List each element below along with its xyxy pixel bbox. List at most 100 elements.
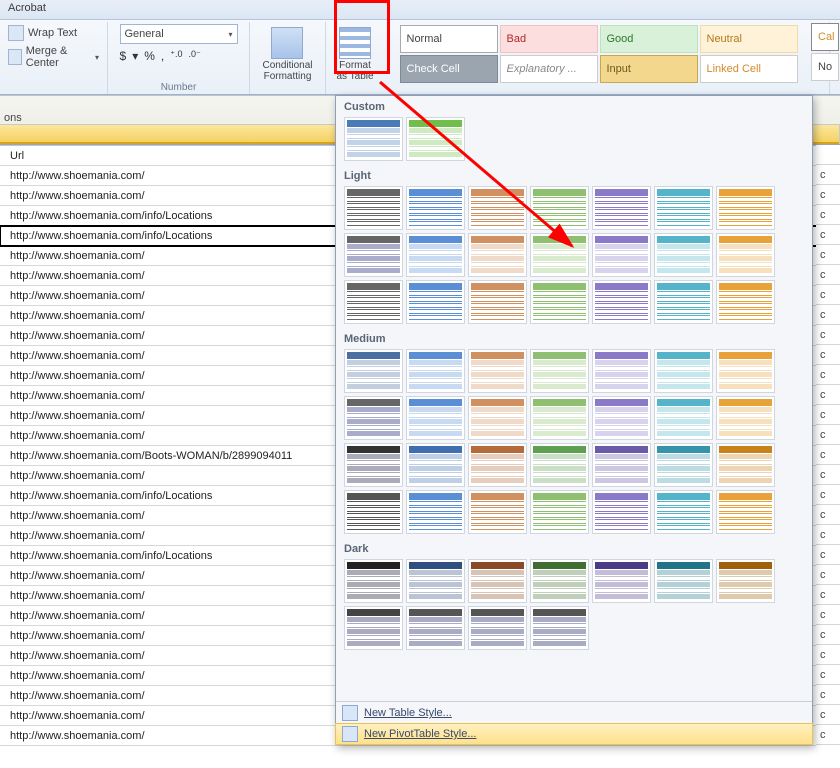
table-style-thumb[interactable] xyxy=(530,443,589,487)
new-table-style-button[interactable]: New Table Style... xyxy=(336,702,812,724)
peek-cell: c xyxy=(816,725,840,745)
table-style-thumb[interactable] xyxy=(530,606,589,650)
table-style-thumb[interactable] xyxy=(468,186,527,230)
style-note[interactable]: No xyxy=(811,53,839,81)
table-style-thumb[interactable] xyxy=(468,233,527,277)
table-style-thumb[interactable] xyxy=(530,186,589,230)
wrap-text-button[interactable]: Wrap Text xyxy=(6,24,101,42)
comma-button[interactable]: , xyxy=(161,49,164,63)
dropdown-icon: ▾ xyxy=(95,53,99,62)
table-style-thumb[interactable] xyxy=(468,559,527,603)
table-style-thumb[interactable] xyxy=(654,559,713,603)
table-style-thumb[interactable] xyxy=(654,233,713,277)
currency-button[interactable]: $ xyxy=(120,49,127,63)
peek-cell: c xyxy=(816,165,840,185)
table-style-thumb[interactable] xyxy=(344,443,403,487)
gallery-section-title: Dark xyxy=(340,540,810,557)
table-style-thumb[interactable] xyxy=(716,396,775,440)
table-style-thumb[interactable] xyxy=(344,490,403,534)
increase-decimal-button[interactable]: ⁺.0 xyxy=(170,49,182,63)
table-style-thumb[interactable] xyxy=(344,280,403,324)
table-style-thumb[interactable] xyxy=(344,233,403,277)
table-style-thumb[interactable] xyxy=(406,396,465,440)
table-style-thumb[interactable] xyxy=(468,396,527,440)
table-style-thumb[interactable] xyxy=(406,117,465,161)
table-style-thumb[interactable] xyxy=(344,186,403,230)
peek-cell: c xyxy=(816,565,840,585)
format-as-table-button[interactable]: Format as Table xyxy=(331,24,378,85)
style-good[interactable]: Good xyxy=(600,25,698,53)
table-style-thumb[interactable] xyxy=(654,443,713,487)
peek-cell: c xyxy=(816,185,840,205)
style-normal[interactable]: Normal xyxy=(400,25,498,53)
table-style-thumb[interactable] xyxy=(530,349,589,393)
gallery-scroll[interactable]: CustomLightMediumDark xyxy=(336,96,812,701)
style-linked-cell[interactable]: Linked Cell xyxy=(700,55,798,83)
table-style-thumb[interactable] xyxy=(406,349,465,393)
decrease-decimal-button[interactable]: .0⁻ xyxy=(189,49,201,63)
table-style-thumb[interactable] xyxy=(344,349,403,393)
table-style-thumb[interactable] xyxy=(654,349,713,393)
table-style-thumb[interactable] xyxy=(654,490,713,534)
table-style-thumb[interactable] xyxy=(592,443,651,487)
table-style-thumb[interactable] xyxy=(406,233,465,277)
table-style-thumb[interactable] xyxy=(592,280,651,324)
table-style-thumb[interactable] xyxy=(344,606,403,650)
number-format-combo[interactable]: General▾ xyxy=(120,24,238,44)
table-style-thumb[interactable] xyxy=(530,280,589,324)
table-style-thumb[interactable] xyxy=(344,559,403,603)
merge-center-button[interactable]: Merge & Center▾ xyxy=(6,44,101,70)
table-style-thumb[interactable] xyxy=(592,233,651,277)
table-style-thumb[interactable] xyxy=(468,606,527,650)
table-style-thumb[interactable] xyxy=(468,443,527,487)
style-neutral[interactable]: Neutral xyxy=(700,25,798,53)
new-pivottable-style-button[interactable]: New PivotTable Style... xyxy=(335,723,813,745)
table-style-thumb[interactable] xyxy=(530,233,589,277)
table-style-thumb[interactable] xyxy=(716,280,775,324)
style-bad[interactable]: Bad xyxy=(500,25,598,53)
table-style-thumb[interactable] xyxy=(716,559,775,603)
table-style-thumb[interactable] xyxy=(530,490,589,534)
percent-button[interactable]: % xyxy=(144,49,155,63)
table-style-thumb[interactable] xyxy=(344,117,403,161)
table-style-thumb[interactable] xyxy=(406,559,465,603)
peek-cell: c xyxy=(816,265,840,285)
table-style-thumb[interactable] xyxy=(716,490,775,534)
table-style-thumb[interactable] xyxy=(716,233,775,277)
style-explanatory[interactable]: Explanatory ... xyxy=(500,55,598,83)
table-style-thumb[interactable] xyxy=(406,443,465,487)
conditional-formatting-button[interactable]: Conditional Formatting xyxy=(257,24,317,85)
style-check-cell[interactable]: Check Cell xyxy=(400,55,498,83)
table-style-thumb[interactable] xyxy=(468,349,527,393)
table-style-thumb[interactable] xyxy=(654,186,713,230)
peek-cell: c xyxy=(816,665,840,685)
table-style-thumb[interactable] xyxy=(592,559,651,603)
table-style-thumb[interactable] xyxy=(654,280,713,324)
new-pivottable-style-label: New PivotTable Style... xyxy=(364,728,477,740)
table-style-thumb[interactable] xyxy=(406,606,465,650)
table-style-thumb[interactable] xyxy=(530,396,589,440)
style-calculation[interactable]: Cal xyxy=(811,23,839,51)
table-style-thumb[interactable] xyxy=(406,186,465,230)
cell-styles-gallery[interactable]: Normal Bad Good Neutral Check Cell Expla… xyxy=(399,24,815,84)
table-style-thumb[interactable] xyxy=(592,186,651,230)
style-input[interactable]: Input xyxy=(600,55,698,83)
table-style-thumb[interactable] xyxy=(406,280,465,324)
table-style-thumb[interactable] xyxy=(530,559,589,603)
table-style-thumb[interactable] xyxy=(716,186,775,230)
app-title: Acrobat xyxy=(0,0,840,20)
ribbon: Wrap Text Merge & Center▾ General▾ $▾ % … xyxy=(0,20,840,95)
table-style-thumb[interactable] xyxy=(344,396,403,440)
table-style-thumb[interactable] xyxy=(592,349,651,393)
table-style-thumb[interactable] xyxy=(592,490,651,534)
merge-icon xyxy=(8,49,22,65)
table-style-thumb[interactable] xyxy=(654,396,713,440)
table-style-thumb[interactable] xyxy=(716,443,775,487)
table-style-thumb[interactable] xyxy=(716,349,775,393)
peek-cell: c xyxy=(816,705,840,725)
table-style-thumb[interactable] xyxy=(406,490,465,534)
table-style-thumb[interactable] xyxy=(468,490,527,534)
table-style-thumb[interactable] xyxy=(468,280,527,324)
gallery-section-title: Custom xyxy=(340,98,810,115)
table-style-thumb[interactable] xyxy=(592,396,651,440)
